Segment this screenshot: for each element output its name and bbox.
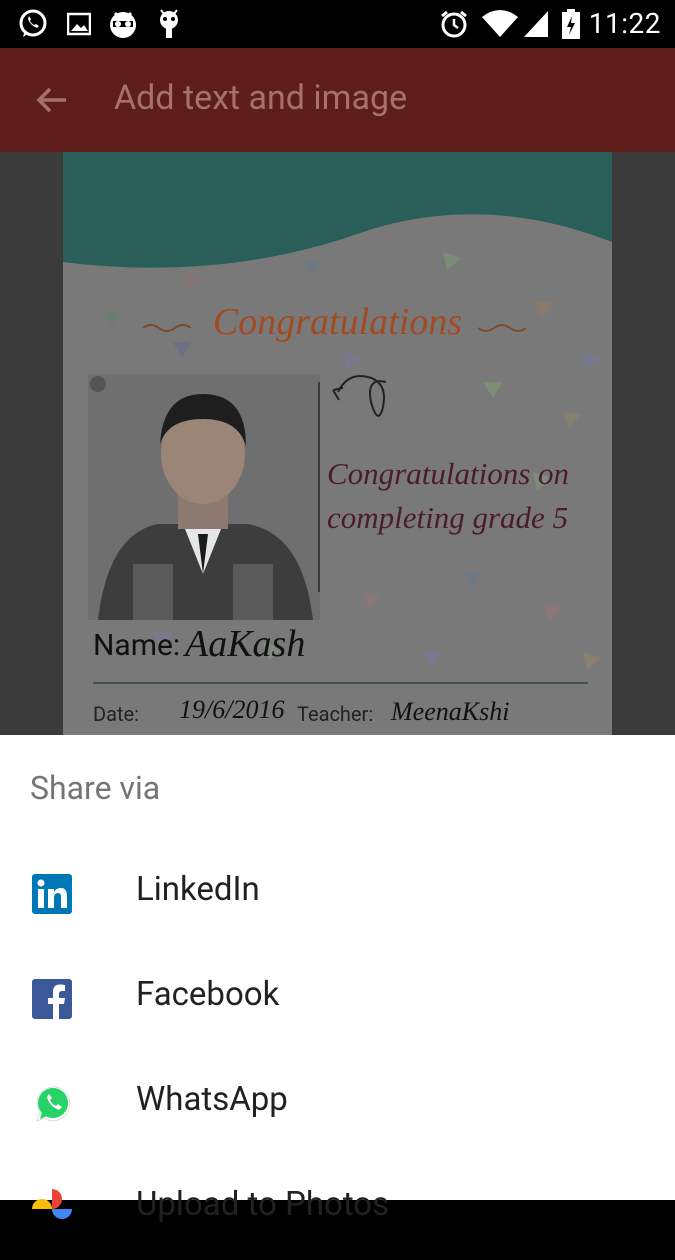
message-line-1: Congratulations on: [327, 456, 570, 491]
name-underline: [93, 682, 588, 684]
certificate-card: Congratulations Congratulations on compl…: [63, 152, 612, 735]
name-value: AaKash: [185, 623, 306, 665]
name-label: Name:: [93, 628, 181, 663]
battery-icon: [560, 8, 582, 40]
photo-divider: [318, 382, 320, 592]
share-sheet-title: Share via: [30, 769, 161, 807]
whatsapp-icon: [32, 1084, 72, 1124]
facebook-icon: [32, 979, 72, 1019]
student-photo: [88, 374, 320, 620]
message-line-2: completing grade 5: [327, 500, 569, 535]
whatsapp-icon: [16, 8, 50, 40]
congrats-message: Congratulations on completing grade 5: [327, 452, 607, 540]
share-item-whatsapp[interactable]: WhatsApp: [0, 1050, 675, 1155]
alarm-icon: [438, 8, 470, 40]
share-sheet: Share via LinkedIn Facebook WhatsApp Upl…: [0, 735, 675, 1224]
teacher-label: Teacher:: [297, 702, 374, 726]
share-item-label: WhatsApp: [136, 1080, 288, 1119]
wifi-icon: [480, 8, 520, 40]
card-title: Congratulations: [212, 301, 463, 343]
status-time: 11:22: [588, 7, 661, 40]
status-bar: 11:22: [0, 0, 675, 48]
linkedin-icon: [32, 874, 72, 914]
image-icon: [66, 8, 92, 40]
photos-icon: [32, 1189, 72, 1229]
share-item-facebook[interactable]: Facebook: [0, 945, 675, 1050]
share-item-label: Facebook: [136, 975, 280, 1014]
incognito-icon: [107, 8, 139, 40]
share-item-upload-to-photos[interactable]: Upload to Photos: [0, 1155, 675, 1260]
date-value: 19/6/2016: [179, 695, 285, 724]
teacher-value: MeenaKshi: [391, 697, 510, 726]
signal-icon: [522, 8, 550, 40]
bug-icon: [156, 8, 182, 40]
page-title: Add text and image: [114, 78, 408, 118]
date-label: Date:: [93, 702, 139, 726]
share-item-label: LinkedIn: [136, 870, 260, 909]
app-bar: Add text and image: [0, 48, 675, 152]
share-item-label: Upload to Photos: [136, 1185, 390, 1224]
share-item-linkedin[interactable]: LinkedIn: [0, 840, 675, 945]
back-arrow-icon[interactable]: [34, 82, 70, 118]
